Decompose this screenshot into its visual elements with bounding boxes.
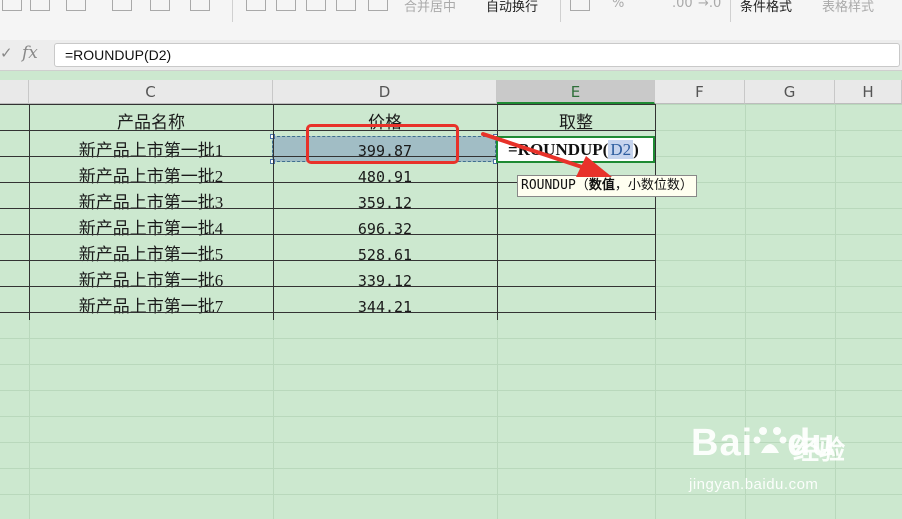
watermark-brand-part1: Bai: [691, 422, 754, 464]
paw-icon: [753, 427, 787, 453]
baidu-jingyan-watermark: Bai du 经验 jingyan.baidu.com: [685, 420, 895, 500]
watermark-url: jingyan.baidu.com: [689, 476, 819, 493]
watermark-product: 经验: [793, 436, 846, 466]
